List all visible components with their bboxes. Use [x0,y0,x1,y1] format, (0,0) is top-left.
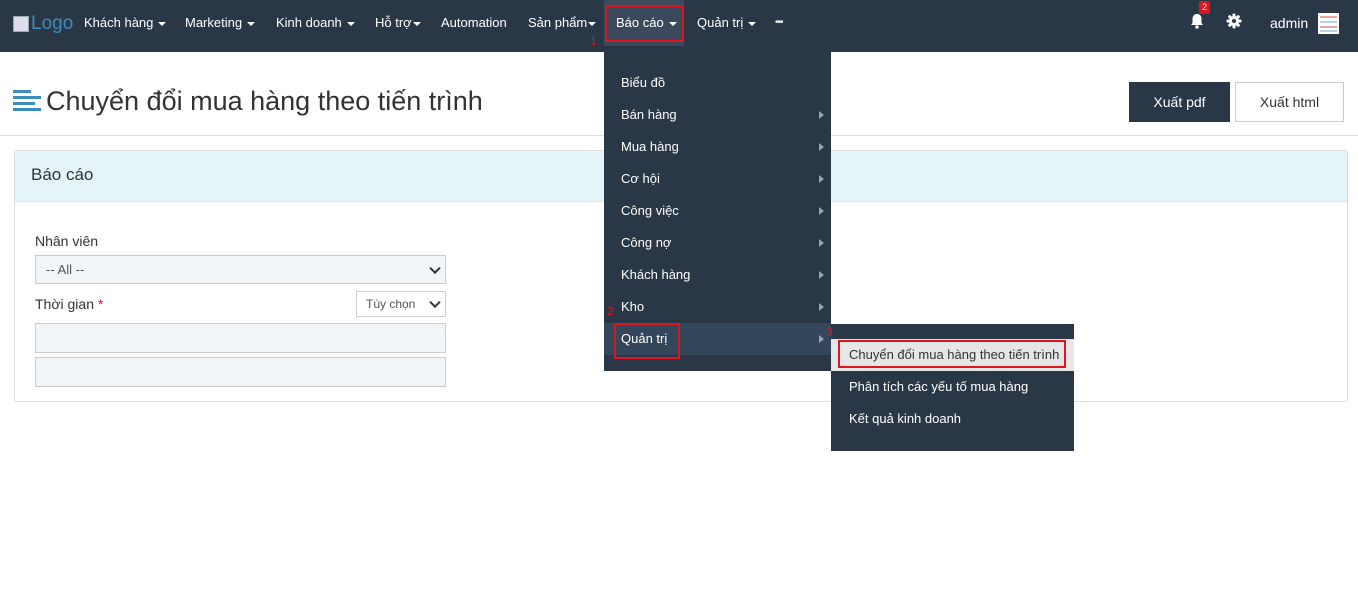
time-label: Thời gian * [35,296,103,312]
menu-item-cong-viec[interactable]: Công việc [604,195,831,227]
chevron-down-icon [429,296,441,309]
caret-right-icon [819,175,824,183]
nav-label: Marketing [185,15,243,30]
nav-san-pham[interactable]: Sản phẩm [528,0,597,46]
report-dropdown-menu: Biểu đồ Bán hàng Mua hàng Cơ hội Công vi… [604,52,831,371]
nav-label: Kinh doanh [276,15,342,30]
step3-label: 3 [826,325,833,339]
menu-item-mua-hang[interactable]: Mua hàng [604,131,831,163]
menu-item-label: Bán hàng [621,107,677,122]
export-pdf-button[interactable]: Xuất pdf [1129,82,1230,122]
caret-right-icon [819,111,824,119]
nav-label: Sản phẩm [528,15,588,30]
panel-title: Báo cáo [31,165,94,184]
caret-down-icon [346,21,355,26]
employee-select[interactable]: -- All -- [35,255,446,284]
nav-marketing[interactable]: Marketing [185,0,256,46]
menu-item-khach-hang[interactable]: Khách hàng [604,259,831,291]
submenu-item-ket-qua[interactable]: Kết quả kinh doanh [831,403,1074,435]
date-to-input[interactable] [35,357,446,387]
employee-select-value: -- All -- [46,262,85,277]
menu-item-label: Kho [621,299,645,314]
required-mark: * [97,296,104,312]
menu-item-label: Cơ hội [621,171,660,186]
employee-label: Nhân viên [35,233,99,249]
nav-quan-tri[interactable]: Quản trị [697,0,757,46]
menu-item-bieu-do[interactable]: Biểu đồ [604,67,831,99]
nav-label: Khách hàng [84,15,154,30]
step2-label: 2 [607,304,614,318]
submenu-item-phan-tich[interactable]: Phân tích các yếu tố mua hàng [831,371,1074,403]
top-navbar: Logo Khách hàng Marketing Kinh doanh Hỗ … [0,0,1358,52]
caret-right-icon [819,271,824,279]
caret-down-icon [158,21,167,26]
notification-badge: 2 [1199,1,1210,14]
caret-down-icon [412,21,421,26]
caret-down-icon [668,21,677,26]
step1-label: 1 [590,34,597,48]
caret-right-icon [819,303,824,311]
caret-down-icon [748,21,757,26]
avatar[interactable] [1318,13,1339,34]
nav-kinh-doanh[interactable]: Kinh doanh [276,0,355,46]
nav-label: Báo cáo [616,15,664,30]
gear-icon[interactable] [1226,13,1242,29]
more-menu-icon[interactable]: ••• [775,0,783,46]
menu-item-label: Công việc [621,203,679,218]
logo[interactable]: Logo [13,13,73,35]
menu-item-label: Công nợ [621,235,672,250]
user-name[interactable]: admin [1270,0,1308,46]
menu-item-cong-no[interactable]: Công nợ [604,227,831,259]
menu-item-label: Mua hàng [621,139,679,154]
menu-item-kho[interactable]: Kho [604,291,831,323]
broken-image-icon [13,16,29,32]
menu-item-co-hoi[interactable]: Cơ hội [604,163,831,195]
page-title: Chuyển đổi mua hàng theo tiến trình [46,86,483,116]
list-icon [13,90,41,112]
nav-automation[interactable]: Automation [441,0,507,46]
nav-khach-hang[interactable]: Khách hàng [84,0,167,46]
caret-right-icon [819,143,824,151]
nav-bao-cao[interactable]: Báo cáo [604,0,684,46]
time-mode-select[interactable]: Tùy chọn [356,291,446,317]
caret-down-icon [247,21,256,26]
date-from-input[interactable] [35,323,446,353]
caret-right-icon [819,239,824,247]
caret-right-icon [819,335,824,343]
menu-item-label: Khách hàng [621,267,691,282]
nav-label: Hỗ trợ [375,15,412,30]
menu-item-label: Biểu đồ [621,75,666,90]
time-label-text: Thời gian [35,296,94,312]
nav-ho-tro[interactable]: Hỗ trợ [375,0,421,46]
time-mode-value: Tùy chọn [366,297,416,311]
admin-submenu: Chuyển đổi mua hàng theo tiến trình Phân… [831,324,1074,451]
bell-icon[interactable] [1189,13,1205,29]
menu-item-quan-tri[interactable]: Quản trị [604,323,831,355]
nav-label: Automation [441,15,507,30]
nav-label: Quản trị [697,15,744,30]
logo-text: Logo [31,13,74,34]
export-html-button[interactable]: Xuất html [1235,82,1344,122]
submenu-item-chuyen-doi[interactable]: Chuyển đổi mua hàng theo tiến trình [831,339,1074,371]
chevron-down-icon [429,262,441,274]
menu-item-label: Quản trị [621,331,668,346]
caret-down-icon [588,21,597,26]
caret-right-icon [819,207,824,215]
menu-item-ban-hang[interactable]: Bán hàng [604,99,831,131]
